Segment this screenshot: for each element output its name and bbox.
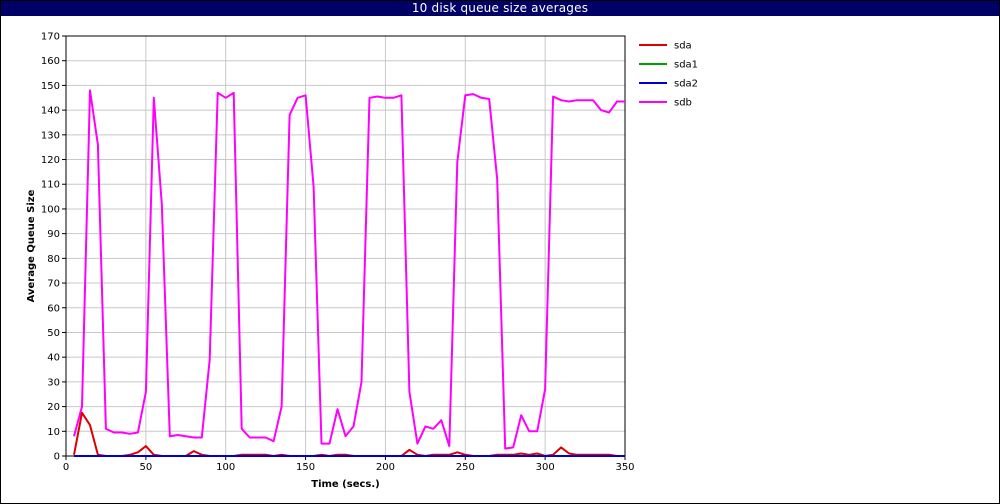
- y-tick-label: 120: [41, 155, 60, 166]
- x-tick-label: 0: [63, 462, 69, 473]
- legend: sda sda1 sda2 sdb: [639, 41, 698, 109]
- x-tick-label: 350: [615, 462, 634, 473]
- y-axis: 0 10 20 30 40 50 60 70 80 90 100 110 120 130 140 150 160…: [41, 32, 66, 463]
- y-tick-label: 50: [47, 328, 60, 339]
- chart-window: 10 disk queue size averages 0 10 20 30 40 50 6…: [0, 0, 1000, 504]
- legend-label-sda1: sda1: [674, 60, 698, 71]
- chart-canvas: 0 10 20 30 40 50 60 70 80 90 100 110 120 130 140 150 160…: [26, 32, 698, 491]
- y-tick-label: 150: [41, 81, 60, 92]
- y-tick-label: 40: [47, 353, 60, 364]
- y-tick-label: 10: [47, 427, 60, 438]
- y-tick-label: 170: [41, 32, 60, 43]
- x-axis: 0 50 100 150 200 250 300 350: [63, 456, 635, 473]
- legend-label-sda: sda: [674, 41, 692, 52]
- y-tick-label: 90: [47, 229, 60, 240]
- y-tick-label: 60: [47, 303, 60, 314]
- series-line-sda: [73, 411, 625, 457]
- y-tick-label: 160: [41, 56, 60, 67]
- x-tick-label: 100: [216, 462, 235, 473]
- y-tick-label: 0: [54, 452, 60, 463]
- y-tick-label: 110: [41, 180, 60, 191]
- series-lines: [73, 89, 625, 457]
- legend-label-sdb: sdb: [674, 98, 692, 109]
- x-tick-label: 150: [296, 462, 315, 473]
- legend-label-sda2: sda2: [674, 79, 698, 90]
- x-tick-label: 200: [376, 462, 395, 473]
- x-tick-label: 300: [536, 462, 555, 473]
- y-tick-label: 100: [41, 204, 60, 215]
- y-tick-label: 70: [47, 279, 60, 290]
- x-tick-label: 250: [456, 462, 475, 473]
- x-tick-label: 50: [139, 462, 152, 473]
- y-tick-label: 130: [41, 130, 60, 141]
- y-tick-label: 140: [41, 106, 60, 117]
- y-tick-label: 80: [47, 254, 60, 265]
- series-line-sdb: [73, 89, 625, 450]
- y-tick-label: 20: [47, 402, 60, 413]
- x-axis-title: Time (secs.): [311, 479, 380, 490]
- y-axis-title: Average Queue Size: [26, 189, 37, 302]
- y-tick-label: 30: [47, 377, 60, 388]
